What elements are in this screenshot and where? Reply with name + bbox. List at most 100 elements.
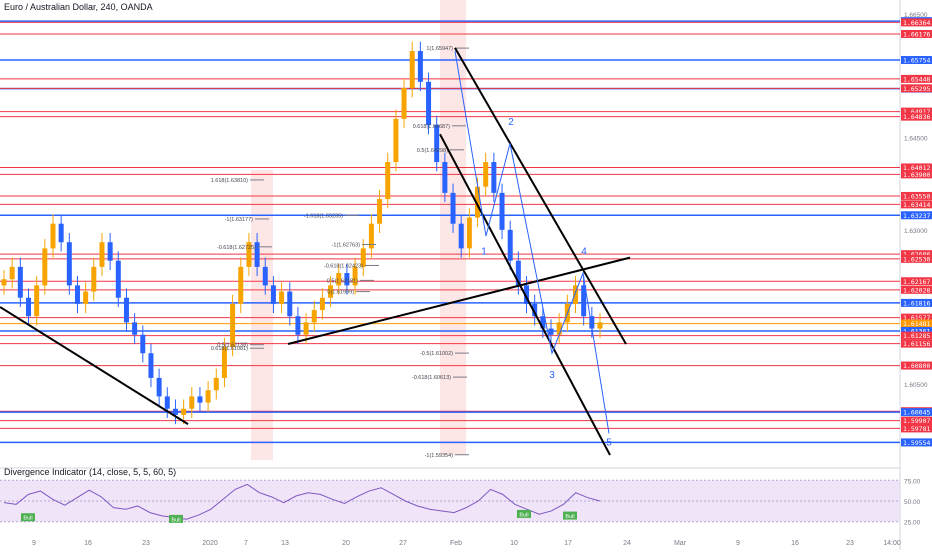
candle-body — [181, 408, 187, 415]
indicator-title: Divergence Indicator (14, close, 5, 5, 6… — [4, 467, 177, 477]
candle-body — [466, 217, 472, 249]
candle-body — [483, 162, 489, 187]
price-axis-tick: 1.63000 — [904, 228, 928, 235]
oscillator-level-label: 75.00 — [904, 478, 921, 485]
candle-body — [287, 291, 293, 317]
price-tag-label: 1.66364 — [903, 19, 930, 27]
divergence-marker-label: Bull — [171, 517, 180, 523]
x-axis-tick: 7 — [244, 540, 248, 547]
x-axis-tick: 16 — [84, 540, 92, 547]
candle-body — [1, 279, 7, 286]
candle-body — [548, 328, 554, 335]
symbol-title: Euro / Australian Dollar, 240, OANDA — [4, 2, 153, 12]
x-axis-tick: 2020 — [202, 540, 218, 547]
price-tag-label: 1.63550 — [903, 192, 930, 200]
x-axis-tick: 10 — [510, 540, 518, 547]
candle-body — [66, 242, 72, 286]
fib-level-label: 0.5(1.64298) — [417, 148, 448, 154]
divergence-marker-label: Bull — [565, 514, 574, 520]
candle-body — [499, 192, 505, 230]
candle-body — [434, 125, 440, 163]
fib-level-label: 0.618(1.61081) — [211, 346, 248, 352]
fib-level-label: 0(1.61999) — [327, 290, 354, 296]
x-axis-tick: Mar — [674, 540, 687, 547]
fib-level-label: 1.618(1.63810) — [211, 178, 248, 184]
oscillator-level-label: 25.00 — [904, 520, 921, 527]
fib-level-label: 1(1.65947) — [426, 46, 453, 52]
fib-level-label: 0.5(1.62181) — [327, 278, 358, 284]
candle-body — [393, 118, 399, 163]
price-tag-label: 1.59554 — [903, 439, 930, 447]
candle-body — [401, 88, 407, 119]
price-tag-label: 1.61816 — [903, 299, 930, 307]
candle-body — [205, 390, 211, 403]
candle-body — [164, 396, 170, 409]
fib-level-label: -1(1.63177) — [225, 217, 254, 223]
candle-body — [99, 242, 105, 267]
candle-body — [409, 51, 415, 89]
candle-body — [91, 266, 97, 292]
candle-body — [50, 223, 56, 249]
divergence-marker-label: Bull — [23, 516, 32, 522]
candle-body — [319, 297, 325, 311]
candle-body — [34, 285, 40, 317]
price-tag-label: 1.62530 — [903, 255, 930, 263]
price-tag-label: 1.64836 — [903, 113, 930, 121]
fib-level-label: -1(1.62763) — [332, 242, 361, 248]
candle-body — [156, 377, 162, 397]
candle-body — [123, 297, 129, 323]
x-axis-tick: 20 — [342, 540, 350, 547]
candle-body — [385, 162, 391, 200]
fib-level-label: -1.618(1.63235) — [304, 213, 343, 219]
price-tag-label: 1.66176 — [903, 30, 930, 38]
candle-body — [58, 223, 64, 243]
candle-body — [238, 266, 244, 304]
candle-body — [132, 322, 138, 335]
candle-body — [25, 297, 31, 317]
fib-level-label: -0.5(1.61002) — [420, 351, 453, 357]
candle-body — [442, 162, 448, 193]
wave-label: 1 — [481, 247, 487, 258]
x-axis-tick: 27 — [399, 540, 407, 547]
wave-label: 2 — [508, 117, 514, 128]
candle-body — [507, 229, 513, 261]
price-tag-label: 1.61285 — [903, 332, 930, 340]
candle-body — [17, 266, 23, 298]
price-tag-label: 1.62028 — [903, 286, 930, 294]
candle-body — [83, 291, 89, 304]
candle-body — [140, 334, 146, 354]
candle-body — [213, 377, 219, 391]
price-tag-label: 1.60045 — [903, 409, 930, 417]
candle-body — [377, 199, 383, 224]
x-axis-tick: 23 — [142, 540, 150, 547]
x-axis-tick: 16 — [791, 540, 799, 547]
fib-level-label: -0.618(1.60613) — [412, 375, 451, 381]
candle-body — [197, 396, 203, 403]
price-tag-label: 1.63900 — [903, 171, 930, 179]
price-tag-label: 1.63414 — [903, 201, 930, 209]
candle-body — [9, 266, 15, 280]
elliott-wave-path — [454, 50, 610, 434]
fib-level-label: -0.618(1.62423) — [324, 263, 363, 269]
price-tag-label: 1.59781 — [903, 425, 930, 433]
candle-body — [42, 248, 48, 286]
wave-label: 5 — [606, 438, 612, 449]
candle-body — [556, 322, 562, 335]
price-axis-tick: 1.64500 — [904, 135, 928, 142]
candle-body — [270, 285, 276, 304]
wave-label: 4 — [581, 247, 587, 258]
candle-body — [230, 303, 236, 348]
candle-body — [426, 81, 432, 126]
candle-body — [115, 260, 121, 298]
x-axis-tick: 14:00 — [883, 540, 901, 547]
candle-body — [279, 291, 285, 304]
candle-body — [450, 192, 456, 224]
candle-body — [417, 51, 423, 82]
price-axis-tick: 1.60500 — [904, 382, 928, 389]
fib-level-label: -0.618(1.62725) — [217, 245, 256, 251]
candle-body — [172, 408, 178, 415]
candle-body — [148, 353, 154, 378]
x-axis-tick: Feb — [450, 540, 462, 547]
candle-body — [303, 322, 309, 335]
x-axis-tick: 13 — [281, 540, 289, 547]
